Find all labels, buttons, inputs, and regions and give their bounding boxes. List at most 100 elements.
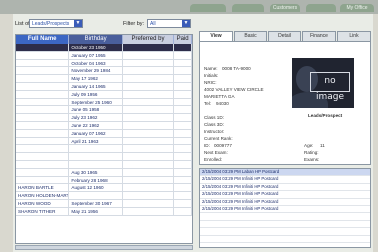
table-row[interactable]: July 09 1956 [16,90,192,99]
table-cell [123,176,175,184]
table-row[interactable]: January 14 1965 [16,82,192,91]
table-row[interactable]: January 07 1955 [16,51,192,60]
column-header-full-name[interactable]: Full Name [16,35,70,44]
log-row[interactable]: 2/15/2004 03:29 PM Infiniti HP Postcard [200,199,370,206]
city-value: MARIETTA GA [204,94,235,99]
table-cell [16,90,70,98]
table-cell [174,199,192,207]
table-row[interactable]: HARON WOOD September 30 1967 [16,199,192,208]
age-label: Age: [304,143,314,148]
address-value: 4002 VALLEY VIEW CIRCLE [204,87,264,92]
table-cell [174,168,192,176]
table-cell: September 25 1960 [69,98,123,106]
table-cell [123,44,175,51]
activity-log[interactable]: 2/15/2004 03:29 PM Laban HP Postcard 2/15… [199,168,371,248]
table-row[interactable]: February 28 1968 [16,176,192,185]
table-cell [123,82,175,90]
detail-tabs: View Basic Detail Finance Link [199,31,371,42]
tab-basic[interactable]: Basic [234,31,267,41]
table-cell [123,129,175,137]
log-row[interactable]: 2/15/2004 03:29 PM Infiniti HP Postcard [200,206,370,214]
table-row[interactable] [16,160,192,169]
filter-by-value: All [150,21,156,27]
table-row[interactable]: June 05 1958 [16,106,192,115]
top-tab-my-office[interactable]: My Office [340,4,374,12]
table-cell: January 14 1965 [69,82,123,90]
log-row[interactable] [200,243,370,247]
log-row[interactable]: 2/15/2004 03:29 PM Laban HP Postcard [200,169,370,177]
table-cell [123,192,175,199]
table-row[interactable]: SHARON TITHER May 21 1956 [16,207,192,216]
age-value: 11 [320,143,325,148]
table-row[interactable]: April 21 1963 [16,137,192,146]
table-row[interactable]: September 25 1960 [16,98,192,107]
initials-label: Initials: [204,73,219,78]
table-row[interactable]: HARON HOLDEN-MARTIN [16,192,192,200]
column-header-paid[interactable]: Paid [174,35,192,44]
log-row[interactable] [200,236,370,243]
table-cell: HARON HOLDEN-MARTIN [18,192,70,199]
log-row[interactable] [200,221,370,229]
id-label: ID: [204,143,210,148]
filter-by-dropdown[interactable]: All ▼ [147,19,191,28]
table-cell: April 21 1963 [69,137,123,145]
log-row[interactable]: 2/15/2004 03:29 PM Infiniti HP Postcard [200,191,370,199]
status-badge: Leads/Prospect [308,113,343,118]
tab-detail[interactable]: Detail [268,31,301,41]
records-grid[interactable]: Full Name Birthday Preferred by Paid Oct… [15,34,193,244]
tab-link[interactable]: Link [337,31,371,41]
exams-label: Exams: [304,157,320,162]
table-row[interactable]: October 23 1950 [16,44,192,52]
table-cell [16,129,70,137]
table-cell: June 05 1958 [69,106,123,114]
table-cell: July 09 1956 [69,90,123,98]
column-header-preferred-by[interactable]: Preferred by [122,35,175,44]
top-tab-2[interactable] [232,4,264,12]
table-cell [69,160,123,168]
table-row[interactable] [16,145,192,154]
table-cell [16,67,70,75]
table-row[interactable]: January 07 1962 [16,129,192,138]
table-cell: July 23 1962 [69,114,123,121]
table-row[interactable]: HARON BARTLE August 12 1960 [16,184,192,193]
table-row[interactable]: Aug 30 1965 [16,168,192,177]
log-row[interactable] [200,228,370,236]
table-cell [123,184,175,192]
log-row[interactable]: 2/15/2004 03:29 PM Infiniti HP Postcard [200,176,370,184]
table-cell [16,98,70,106]
table-row[interactable]: June 22 1962 [16,121,192,130]
list-of-dropdown[interactable]: Leads/Prospects ▼ [29,19,83,28]
table-cell [123,145,175,153]
tab-finance[interactable]: Finance [302,31,336,41]
table-row[interactable]: May 17 1962 [16,75,192,83]
top-tab-1[interactable] [190,4,226,12]
table-cell [174,82,192,90]
id-value: 0009777 [214,143,232,148]
table-cell [174,176,192,184]
table-cell [174,114,192,121]
chevron-down-icon[interactable]: ▼ [182,20,190,27]
log-row[interactable]: 2/15/2004 03:29 PM Infiniti HP Postcard [200,184,370,192]
table-cell [174,129,192,137]
table-cell [123,114,175,121]
table-cell: January 07 1962 [69,129,123,137]
table-cell [174,44,192,51]
table-cell: August 12 1960 [69,184,123,192]
table-row[interactable]: November 29 1984 [16,67,192,76]
table-row[interactable] [16,153,192,161]
table-cell [16,153,70,160]
table-cell [16,176,70,184]
chevron-down-icon[interactable]: ▼ [74,20,82,27]
log-row[interactable] [200,213,370,221]
top-tab-customers[interactable]: Customers [270,4,300,12]
table-row[interactable]: July 23 1962 [16,114,192,122]
table-row[interactable]: October 04 1963 [16,59,192,68]
column-header-birthday[interactable]: Birthday [69,35,123,44]
table-cell [174,153,192,160]
table-cell [16,114,70,121]
table-cell [174,67,192,75]
top-tab-4[interactable] [306,4,336,12]
table-cell: February 28 1968 [69,176,123,184]
horizontal-scrollbar[interactable] [15,245,193,250]
next-exam-label: Next Exam: [204,150,228,155]
